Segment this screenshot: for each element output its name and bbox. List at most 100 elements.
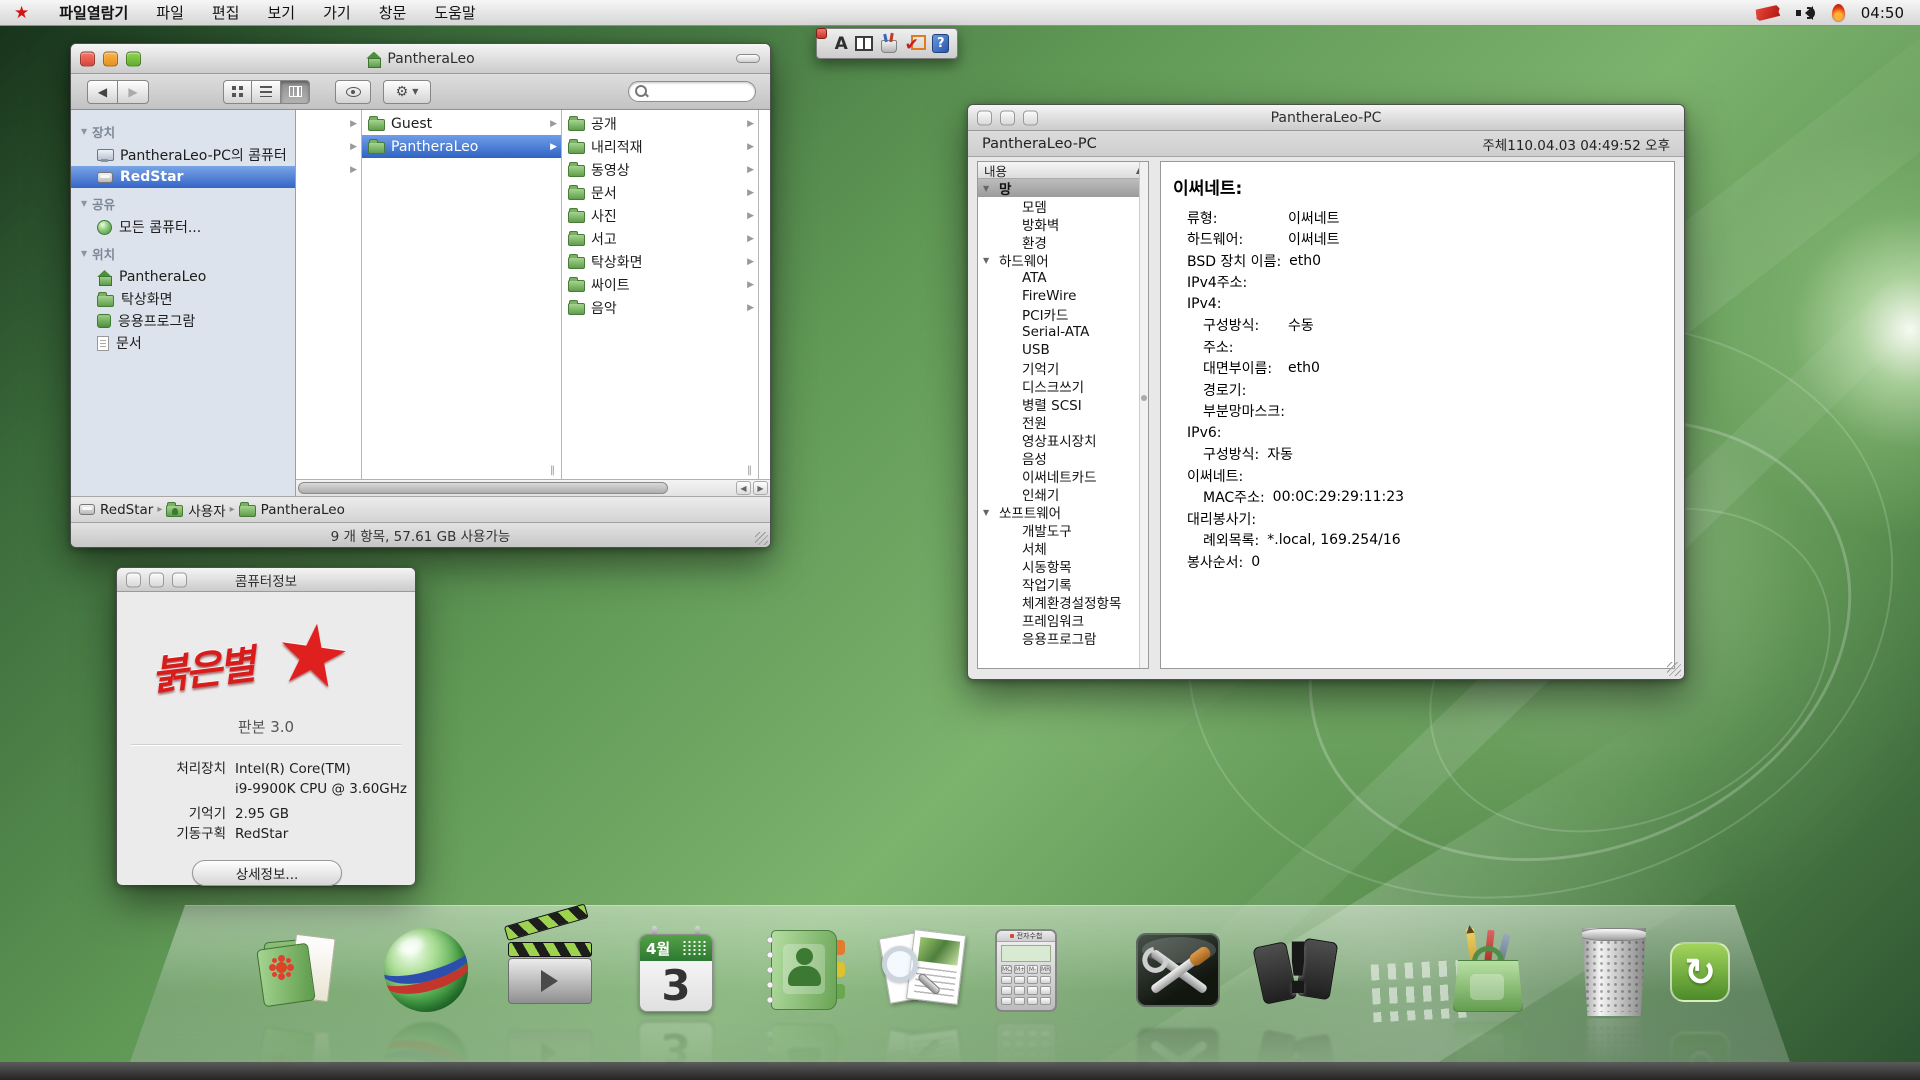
search-field[interactable] — [628, 81, 756, 102]
forward-button[interactable]: ▶ — [118, 80, 149, 104]
menubar-item[interactable]: 도움말 — [420, 0, 489, 26]
sidebar-item[interactable]: 문서 — [71, 332, 295, 354]
dock-item-stationery[interactable] — [1442, 924, 1534, 1016]
column-row[interactable]: ▶ — [296, 135, 361, 158]
column-view-button[interactable] — [281, 80, 310, 104]
tree-row[interactable]: 이써네트카드 — [978, 467, 1139, 485]
menubar-item[interactable]: 창문 — [365, 0, 421, 26]
dock-item-document-viewer[interactable] — [876, 924, 968, 1016]
menubar-item[interactable]: 편집 — [198, 0, 254, 26]
tree-row[interactable]: ▼쏘프트웨어 — [978, 503, 1139, 521]
tree-row[interactable]: 방화벽 — [978, 215, 1139, 233]
details-button[interactable]: 상세정보... — [192, 860, 342, 886]
dock-item-trash[interactable] — [1568, 924, 1660, 1016]
dock-item-recycler[interactable] — [1654, 924, 1746, 1016]
minimize-button[interactable] — [149, 572, 164, 587]
sidebar-section-header[interactable]: ▼위치 — [71, 238, 295, 266]
sidebar-item[interactable]: 탁상화면 — [71, 288, 295, 310]
minimize-button[interactable] — [103, 51, 118, 66]
folder-row[interactable]: 탁상화면▶ — [562, 250, 758, 273]
list-scrollbar[interactable] — [1139, 162, 1148, 668]
quick-look-button[interactable] — [335, 80, 371, 104]
tree-row[interactable]: 영상표시장치 — [978, 431, 1139, 449]
minimize-button[interactable] — [1000, 110, 1015, 125]
tree-row[interactable]: 모뎀 — [978, 197, 1139, 215]
tree-row[interactable]: 시동항목 — [978, 557, 1139, 575]
list-view-button[interactable] — [252, 80, 281, 104]
tree-row[interactable]: Serial-ATA — [978, 323, 1139, 341]
tool-palette[interactable]: A ? — [816, 28, 958, 59]
dock-item-web-browser[interactable] — [380, 924, 472, 1016]
close-button[interactable] — [126, 572, 141, 587]
back-button[interactable]: ◀ — [87, 80, 118, 104]
tree-row[interactable]: 기억기 — [978, 359, 1139, 377]
disclosure-triangle-icon[interactable]: ▼ — [983, 508, 989, 517]
folder-row[interactable]: 음악▶ — [562, 296, 758, 319]
horizontal-scrollbar[interactable]: ◀▶ — [296, 479, 770, 496]
scroll-right-button[interactable]: ▶ — [753, 481, 768, 495]
zoom-button[interactable] — [1023, 110, 1038, 125]
tree-row[interactable]: 디스크쓰기 — [978, 377, 1139, 395]
column-row[interactable]: ▶ — [296, 112, 361, 135]
stamp-check-icon[interactable] — [905, 34, 925, 54]
sidebar-item[interactable]: 모든 콤퓨터... — [71, 216, 295, 238]
dock-item-media-player[interactable] — [505, 924, 597, 1016]
palette-close-button[interactable] — [816, 28, 827, 39]
dock-item-system-settings[interactable] — [1132, 924, 1224, 1016]
column-resize-handle[interactable]: ‖ — [550, 465, 560, 477]
tree-row[interactable]: 프레임워크 — [978, 611, 1139, 629]
tree-row[interactable]: 개발도구 — [978, 521, 1139, 539]
tree-row[interactable]: 서체 — [978, 539, 1139, 557]
disclosure-triangle-icon[interactable]: ▼ — [983, 256, 989, 265]
icon-view-button[interactable] — [223, 80, 252, 104]
folder-row[interactable]: 내리적재▶ — [562, 135, 758, 158]
text-tool-icon[interactable]: A — [835, 34, 848, 54]
sidebar-section-header[interactable]: ▼공유 — [71, 188, 295, 216]
sidebar-item[interactable]: PantheraLeo-PC의 콤퓨터 — [71, 144, 295, 166]
tree-row[interactable]: FireWire — [978, 287, 1139, 305]
breadcrumb[interactable]: PantheraLeo — [239, 502, 345, 518]
tree-row[interactable]: 음성 — [978, 449, 1139, 467]
menubar-item[interactable]: 가기 — [309, 0, 365, 26]
dock-item-calendar[interactable]: 4월34월3 — [630, 924, 722, 1016]
computer-info-titlebar[interactable]: 콤퓨터정보 — [117, 568, 415, 592]
close-button[interactable] — [977, 110, 992, 125]
zoom-button[interactable] — [126, 51, 141, 66]
tree-row[interactable]: ▼망 — [978, 179, 1139, 197]
action-menu-button[interactable]: ⚙▼ — [383, 80, 431, 104]
tree-row[interactable]: 환경 — [978, 233, 1139, 251]
tree-row[interactable]: USB — [978, 341, 1139, 359]
torch-icon[interactable] — [1832, 4, 1845, 21]
breadcrumb[interactable]: RedStar — [79, 502, 153, 518]
tree-row[interactable]: ATA — [978, 269, 1139, 287]
dock-item-address-book[interactable] — [757, 924, 849, 1016]
panel-splitter[interactable] — [1149, 161, 1160, 669]
system-info-titlebar[interactable]: PantheraLeo-PC — [968, 105, 1684, 131]
dock-item-organizer[interactable]: 전자수첩MCM+M-MR전자수첩MCM+M-MR — [980, 924, 1072, 1016]
column-resize-handle[interactable]: ‖ — [747, 465, 757, 477]
tree-row[interactable]: PCI카드 — [978, 305, 1139, 323]
resize-grip[interactable] — [1667, 662, 1681, 676]
folder-row[interactable]: 서고▶ — [562, 227, 758, 250]
pen-cup-icon[interactable] — [881, 40, 897, 53]
tree-row[interactable]: 인쇄기 — [978, 485, 1139, 503]
folder-row[interactable]: 사진▶ — [562, 204, 758, 227]
sidebar-item[interactable]: 응용프로그람 — [71, 310, 295, 332]
menubar-item[interactable]: 파일 — [142, 0, 198, 26]
scroll-left-button[interactable]: ◀ — [736, 481, 751, 495]
split-view-icon[interactable] — [855, 36, 873, 51]
folder-row[interactable]: PantheraLeo▶ — [362, 135, 561, 158]
breadcrumb[interactable]: 사용자 — [166, 500, 225, 520]
sidebar-section-header[interactable]: ▼장치 — [71, 116, 295, 144]
resize-grip[interactable] — [755, 532, 768, 545]
folder-row[interactable]: 동영상▶ — [562, 158, 758, 181]
folder-row[interactable]: Guest▶ — [362, 112, 561, 135]
scrollbar-thumb[interactable] — [298, 482, 668, 494]
tree-row[interactable]: 체계환경설정항목 — [978, 593, 1139, 611]
menu-bar-clock[interactable]: 04:50 — [1861, 4, 1904, 22]
menubar-item[interactable]: 보기 — [253, 0, 309, 26]
folder-row[interactable]: 싸이트▶ — [562, 273, 758, 296]
toolbar-toggle-button[interactable] — [736, 54, 760, 63]
red-flag-icon[interactable] — [1755, 4, 1780, 20]
close-button[interactable] — [80, 51, 95, 66]
